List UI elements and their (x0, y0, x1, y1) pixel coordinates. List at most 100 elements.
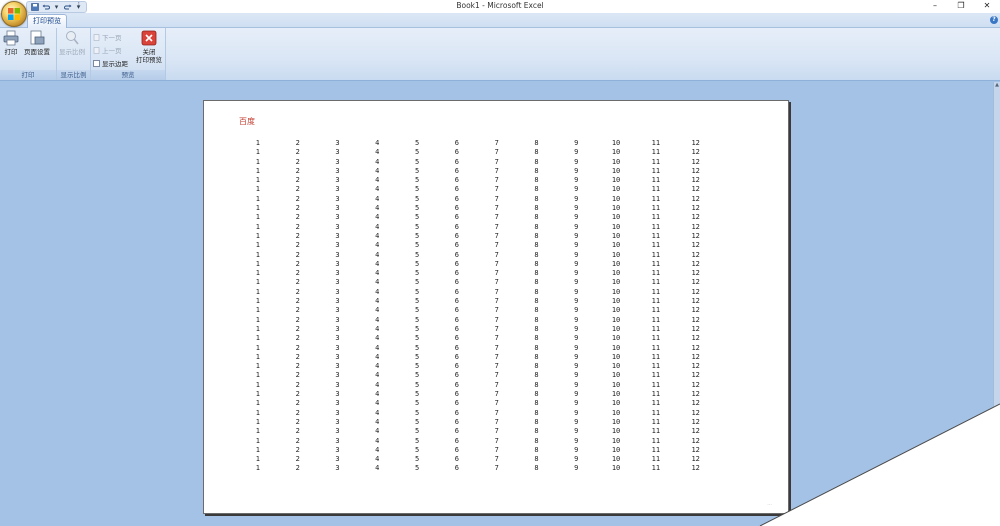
table-cell: 9 (574, 464, 579, 473)
table-cell: 11 (651, 222, 661, 231)
page-setup-label: 页面设置 (24, 48, 50, 56)
table-cell: 4 (375, 352, 380, 361)
table-cell: 1 (255, 315, 260, 324)
table-cell: 1 (255, 222, 260, 231)
print-button[interactable]: 打印 (3, 30, 19, 56)
table-row: 1 2 3 4 5 6 7 8 9 10 11 12 (238, 353, 716, 362)
minimize-button[interactable]: – (922, 0, 948, 13)
show-margins-checkbox[interactable]: 显示边距 (93, 58, 128, 68)
table-cell: 11 (651, 213, 661, 222)
table-cell: 11 (651, 259, 661, 268)
table-cell: 11 (651, 436, 661, 445)
table-cell: 12 (691, 362, 700, 371)
tab-print-preview[interactable]: 打印预览 (27, 14, 67, 28)
table-cell: 2 (295, 194, 300, 203)
redo-icon (63, 4, 71, 9)
printer-icon (3, 30, 19, 46)
table-cell: 7 (494, 436, 499, 445)
table-cell: 6 (454, 241, 459, 250)
table-cell: 12 (691, 334, 700, 343)
table-cell: 3 (335, 194, 340, 203)
table-cell: 6 (454, 213, 459, 222)
table-cell: 7 (494, 352, 499, 361)
table-cell: 5 (414, 380, 420, 389)
table-cell: 9 (574, 390, 579, 399)
customize-qat-button[interactable]: ⇣ (76, 1, 82, 9)
table-cell: 8 (534, 455, 539, 464)
help-icon[interactable]: ? (990, 16, 998, 24)
group-zoom: 显示比例 显示比例 (57, 28, 91, 80)
redo-qat-button[interactable] (63, 3, 72, 12)
close-print-preview-button[interactable]: 关闭 打印预览 (136, 30, 162, 64)
magnifier-icon (66, 31, 79, 45)
table-cell: 8 (534, 408, 539, 417)
table-cell: 4 (375, 464, 380, 473)
vertical-scrollbar[interactable]: ▲ (993, 82, 1000, 408)
table-cell: 2 (295, 455, 300, 464)
table-cell: 12 (691, 306, 700, 315)
previous-page-button[interactable]: 上一页 (93, 45, 122, 55)
table-cell: 10 (611, 222, 621, 231)
zoom-button[interactable]: 显示比例 (59, 30, 85, 56)
table-cell: 9 (574, 204, 579, 213)
page-setup-button[interactable]: 页面设置 (24, 30, 50, 56)
table-cell: 6 (454, 334, 459, 343)
table-cell: 10 (611, 194, 621, 203)
close-window-button[interactable]: ✕ (974, 0, 1000, 13)
preview-page: 百度 1 2 3 4 5 6 7 8 9 10 11 12 1 2 3 4 5 6 7 8 9 10 11 12 1 2 3 4 5 6 7… (203, 100, 789, 514)
table-cell: 7 (494, 371, 499, 380)
table-cell: 12 (691, 315, 700, 324)
table-cell: 1 (255, 455, 260, 464)
show-margins-label: 显示边距 (102, 60, 128, 68)
table-cell: 12 (691, 408, 700, 417)
table-cell: 1 (255, 278, 260, 287)
restore-icon: ❐ (957, 1, 965, 10)
table-cell: 5 (414, 222, 420, 231)
office-button[interactable] (1, 1, 27, 27)
title-bar: Book1 - Microsoft Excel – ❐ ✕ (0, 0, 1000, 13)
scroll-up-icon[interactable]: ▲ (994, 82, 1000, 88)
table-cell: 12 (691, 371, 700, 380)
table-cell: 5 (414, 334, 420, 343)
table-row: 1 2 3 4 5 6 7 8 9 10 11 12 (238, 278, 716, 287)
table-cell: 2 (295, 464, 300, 473)
table-cell: 10 (611, 334, 621, 343)
undo-qat-button[interactable] (41, 3, 50, 12)
table-cell: 8 (534, 380, 539, 389)
table-row: 1 2 3 4 5 6 7 8 9 10 11 12 (238, 195, 716, 204)
table-cell: 11 (651, 399, 661, 408)
table-cell: 11 (651, 464, 661, 473)
table-cell: 12 (691, 194, 700, 203)
table-cell: 7 (494, 241, 499, 250)
table-cell: 3 (335, 241, 340, 250)
table-cell: 1 (255, 427, 260, 436)
table-cell: 9 (574, 139, 579, 147)
table-cell: 11 (651, 166, 661, 175)
undo-dropdown[interactable]: ▾ (52, 3, 61, 12)
table-cell: 11 (651, 287, 661, 296)
table-row: 1 2 3 4 5 6 7 8 9 10 11 12 (238, 260, 716, 269)
page-footer: ... (767, 501, 772, 507)
table-cell: 5 (414, 231, 420, 240)
table-cell: 5 (414, 352, 420, 361)
table-cell: 10 (611, 445, 621, 454)
table-cell: 6 (454, 362, 459, 371)
next-page-button[interactable]: 下一页 (93, 32, 122, 42)
table-cell: 4 (375, 306, 380, 315)
table-cell: 10 (611, 399, 621, 408)
table-cell: 4 (375, 157, 380, 166)
table-cell: 12 (691, 241, 700, 250)
table-cell: 8 (534, 157, 539, 166)
table-cell: 8 (534, 464, 539, 473)
table-cell: 9 (574, 334, 579, 343)
table-cell: 1 (255, 352, 260, 361)
table-cell: 1 (255, 371, 260, 380)
table-cell: 4 (375, 380, 380, 389)
restore-button[interactable]: ❐ (948, 0, 974, 13)
table-cell: 8 (534, 352, 539, 361)
table-cell: 5 (414, 139, 420, 147)
save-qat-button[interactable] (30, 2, 39, 12)
table-cell: 5 (414, 427, 420, 436)
table-cell: 7 (494, 185, 499, 194)
table-cell: 12 (691, 455, 700, 464)
